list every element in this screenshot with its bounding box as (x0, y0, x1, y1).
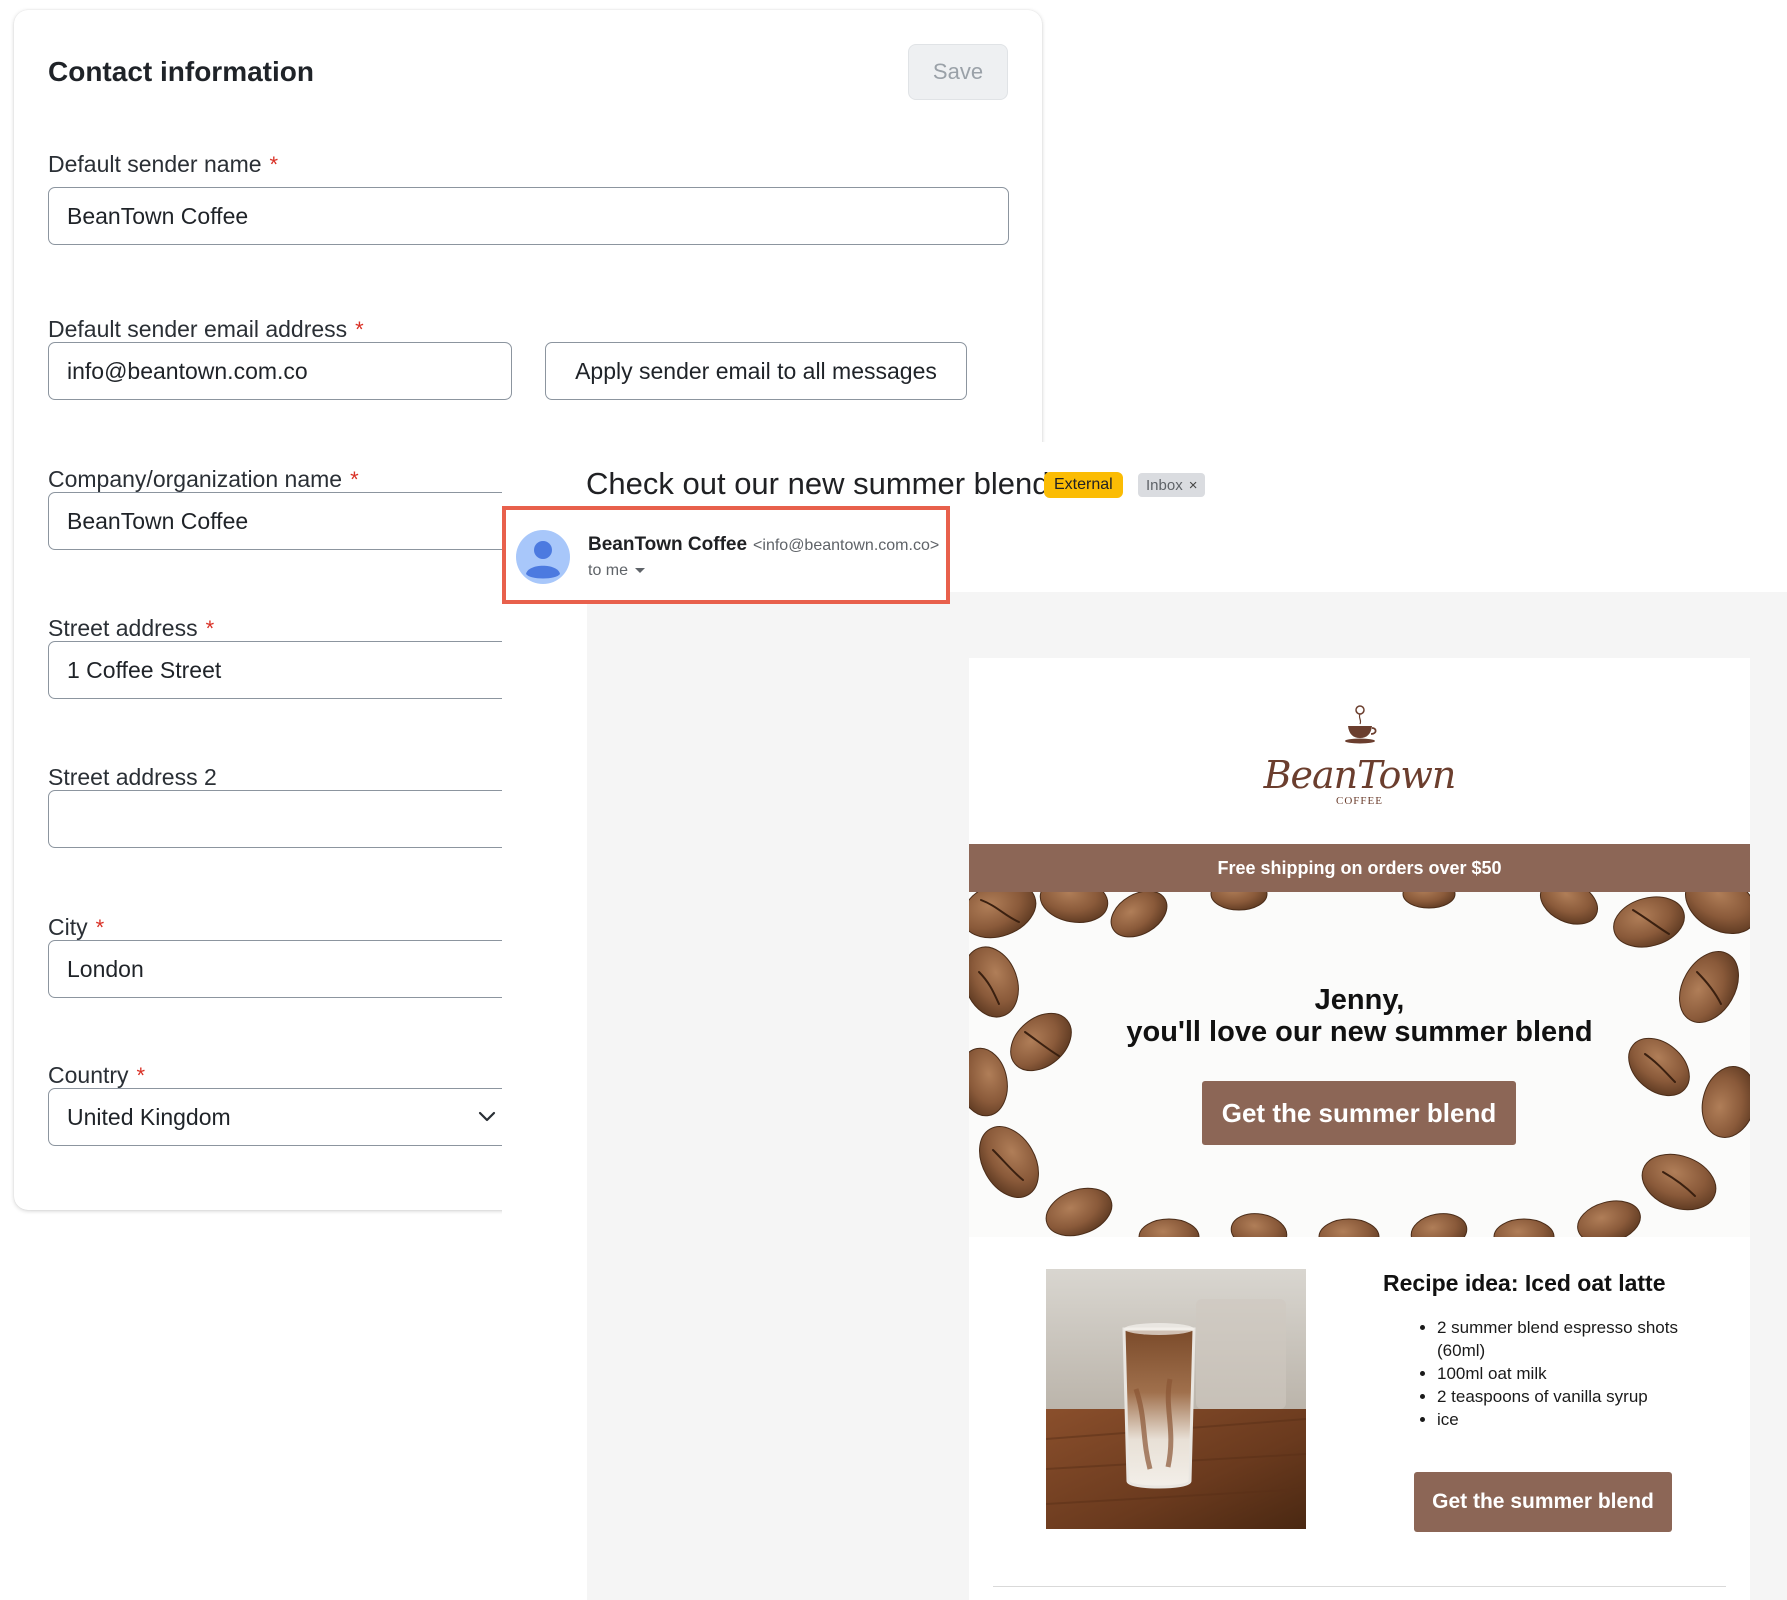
promo-banner: Free shipping on orders over $50 (969, 844, 1750, 892)
company-label: Company/organization name * (48, 466, 359, 492)
list-item: 2 teaspoons of vanilla syrup (1437, 1385, 1687, 1408)
sender-email: <info@beantown.com.co> (753, 537, 940, 554)
sender-name-label: Default sender name * (48, 151, 279, 177)
street-address-2-label: Street address 2 (48, 764, 217, 790)
sender-name-input[interactable]: BeanTown Coffee (48, 187, 1009, 245)
recipe-cta-button[interactable]: Get the summer blend (1414, 1472, 1672, 1532)
avatar[interactable] (516, 530, 570, 584)
required-marker: * (355, 317, 364, 342)
email-body: BeanTown COFFEE Free shipping on orders … (969, 658, 1750, 1600)
required-marker: * (269, 152, 279, 177)
country-label: Country * (48, 1062, 146, 1088)
required-marker: * (350, 467, 359, 492)
email-subject: Check out our new summer blend! (586, 466, 1059, 501)
list-item: 100ml oat milk (1437, 1362, 1687, 1385)
list-item: 2 summer blend espresso shots (60ml) (1437, 1316, 1687, 1362)
city-label: City * (48, 914, 105, 940)
required-marker: * (205, 616, 215, 641)
sender-highlight-box: BeanTown Coffee <info@beantown.com.co> to… (502, 506, 950, 604)
coffee-beans-image (969, 892, 1750, 1237)
close-icon[interactable]: × (1189, 477, 1198, 494)
street-address-label: Street address * (48, 615, 215, 641)
sender-email-input[interactable]: info@beantown.com.co (48, 342, 512, 400)
inbox-label-chip[interactable]: Inbox × (1138, 473, 1206, 497)
iced-latte-photo (1046, 1269, 1306, 1529)
recipient-details-toggle[interactable]: to me (588, 562, 646, 580)
chevron-down-icon (478, 1111, 496, 1122)
logo-wordmark: BeanTown (1263, 753, 1457, 797)
hero-greeting: Jenny, (1314, 984, 1405, 1016)
iced-latte-image (1046, 1269, 1306, 1529)
hero-section: Jenny, you'll love our new summer blend … (969, 892, 1750, 1237)
recipe-ingredients-list: 2 summer blend espresso shots (60ml) 100… (1417, 1316, 1687, 1431)
apply-sender-email-button[interactable]: Apply sender email to all messages (545, 342, 967, 400)
external-tag: External (1044, 472, 1123, 498)
save-button[interactable]: Save (908, 44, 1008, 100)
divider (993, 1586, 1726, 1587)
logo-subtitle: COFFEE (1336, 795, 1383, 807)
hero-cta-button[interactable]: Get the summer blend (1202, 1081, 1516, 1145)
required-marker: * (136, 1063, 146, 1088)
recipe-title: Recipe idea: Iced oat latte (1383, 1270, 1666, 1296)
caret-down-icon (635, 568, 646, 573)
coffee-cup-icon (1344, 705, 1377, 744)
required-marker: * (95, 915, 105, 940)
sender-email-label: Default sender email address * (48, 316, 364, 342)
card-title: Contact information (48, 56, 314, 87)
list-item: ice (1437, 1408, 1687, 1431)
brand-logo: BeanTown COFFEE (969, 704, 1750, 807)
email-left-panel (502, 592, 587, 1600)
sender-name: BeanTown Coffee <info@beantown.com.co> (588, 534, 940, 555)
hero-headline: you'll love our new summer blend (1126, 1016, 1593, 1048)
